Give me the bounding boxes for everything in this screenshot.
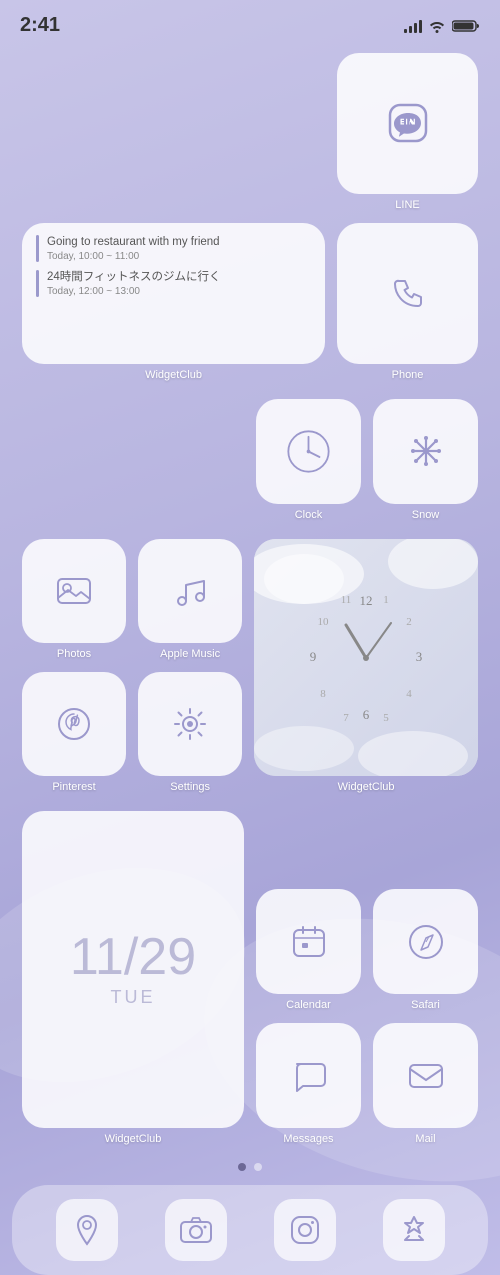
clock-app[interactable]: Clock	[256, 399, 361, 521]
battery-icon	[452, 19, 480, 33]
messages-app[interactable]: Messages	[256, 1023, 361, 1145]
instagram-dock-icon[interactable]	[274, 1199, 336, 1261]
svg-text:4: 4	[406, 688, 412, 700]
messages-icon	[289, 1056, 329, 1096]
snow-label: Snow	[412, 509, 440, 521]
left-col-row3: Photos Pinterest	[22, 539, 126, 793]
svg-text:7: 7	[343, 712, 349, 724]
camera-icon	[178, 1212, 214, 1248]
status-icons	[404, 19, 480, 33]
svg-text:11: 11	[341, 594, 352, 606]
svg-text:8: 8	[320, 688, 326, 700]
row-2: Clock Snow	[256, 399, 478, 521]
line-icon	[382, 97, 434, 149]
right-col-row1: LINE Phone	[337, 53, 478, 381]
dot-2	[254, 1163, 262, 1171]
svg-text:10: 10	[318, 616, 330, 628]
instagram-icon	[287, 1212, 323, 1248]
event-1: Going to restaurant with my friend Today…	[36, 235, 311, 262]
apple-music-label: Apple Music	[160, 648, 220, 660]
analog-clock-widget: 12 3 6 9 2 4 10 8 11 1 7 5	[291, 583, 441, 733]
widgetclub-schedule-label: WidgetClub	[145, 369, 202, 381]
svg-text:3: 3	[416, 649, 423, 664]
phone-label: Phone	[392, 369, 424, 381]
settings-icon	[169, 703, 211, 745]
svg-text:9: 9	[310, 649, 317, 664]
camera-dock-icon[interactable]	[165, 1199, 227, 1261]
apple-music-app[interactable]: Apple Music	[138, 539, 242, 660]
snow-icon	[405, 430, 447, 472]
row-1: Going to restaurant with my friend Today…	[22, 53, 478, 381]
maps-icon	[69, 1212, 105, 1248]
safari-icon	[405, 921, 447, 963]
settings-app[interactable]: Settings	[138, 672, 242, 793]
mail-icon	[405, 1055, 447, 1097]
status-bar: 2:41	[0, 0, 500, 45]
snow-app[interactable]: Snow	[373, 399, 478, 521]
calendar-app[interactable]: Calendar	[256, 889, 361, 1011]
row-3: Photos Pinterest	[22, 539, 478, 793]
status-time: 2:41	[20, 14, 60, 37]
dock	[12, 1185, 488, 1275]
music-icon	[170, 571, 210, 611]
mail-app[interactable]: Mail	[373, 1023, 478, 1145]
clock-icon	[281, 424, 336, 479]
svg-text:5: 5	[383, 712, 389, 724]
phone-app[interactable]: Phone	[337, 223, 478, 381]
phone-icon	[389, 274, 427, 312]
signal-icon	[404, 19, 422, 33]
calendar-icon	[289, 922, 329, 962]
settings-label: Settings	[170, 781, 210, 793]
maps-dock-icon[interactable]	[56, 1199, 118, 1261]
svg-text:1: 1	[383, 594, 389, 606]
widgetclub-date-label: WidgetClub	[105, 1133, 162, 1145]
photos-label: Photos	[57, 648, 91, 660]
event-2: 24時間フィットネスのジムに行く Today, 12:00 ~ 13:00	[36, 270, 311, 297]
widgetclub-clock-widget[interactable]: 12 3 6 9 2 4 10 8 11 1 7 5	[254, 539, 478, 793]
appstore-dock-icon[interactable]	[383, 1199, 445, 1261]
appstore-icon	[396, 1212, 432, 1248]
svg-text:12: 12	[360, 593, 373, 608]
svg-text:2: 2	[406, 616, 412, 628]
safari-app[interactable]: Safari	[373, 889, 478, 1011]
photos-icon	[53, 570, 95, 612]
widgetclub-schedule-widget[interactable]: Going to restaurant with my friend Today…	[22, 223, 325, 381]
pinterest-app[interactable]: Pinterest	[22, 672, 126, 793]
mid-col-row3: Apple Music Settings	[138, 539, 242, 793]
photos-app[interactable]: Photos	[22, 539, 126, 660]
pinterest-label: Pinterest	[52, 781, 95, 793]
line-label: LINE	[395, 199, 419, 211]
widgetclub-clock-label: WidgetClub	[338, 781, 395, 793]
line-app[interactable]: LINE	[337, 53, 478, 211]
clock-label: Clock	[295, 509, 323, 521]
pinterest-icon	[54, 704, 94, 744]
dot-1	[238, 1163, 246, 1171]
wifi-icon	[428, 19, 446, 33]
svg-text:6: 6	[363, 707, 370, 722]
